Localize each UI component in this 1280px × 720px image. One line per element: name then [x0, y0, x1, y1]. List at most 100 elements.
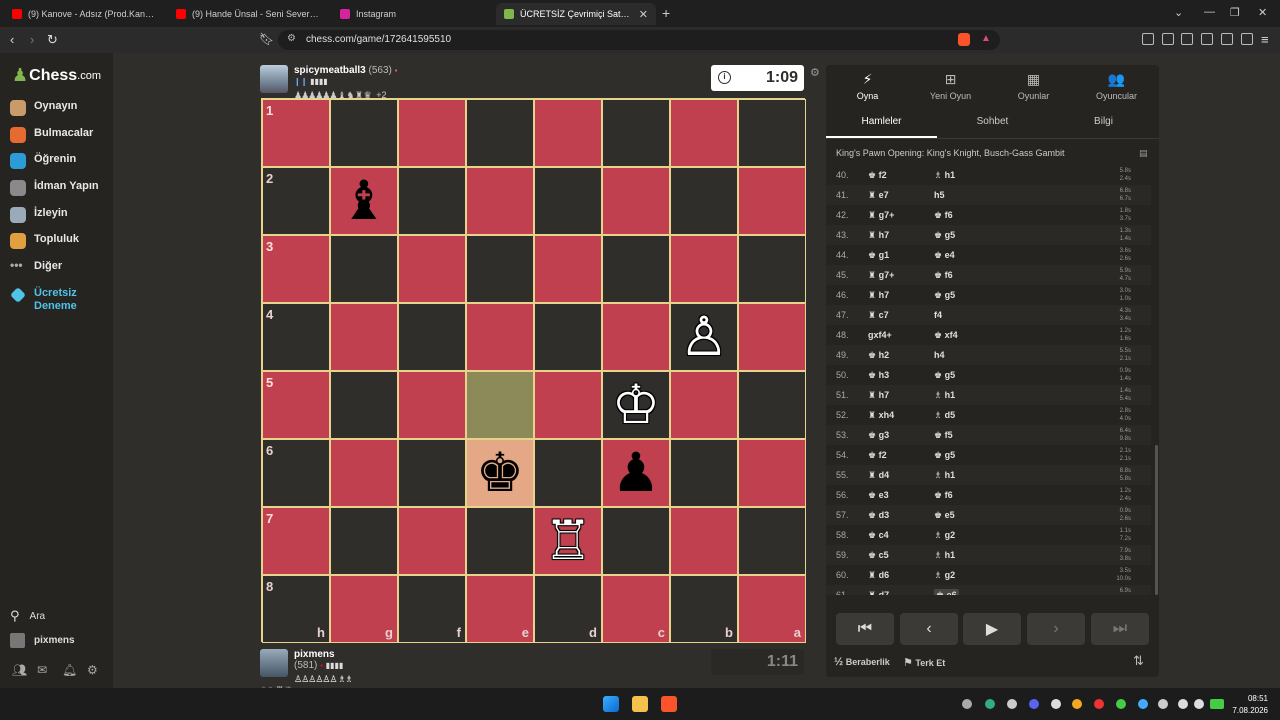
- white-move[interactable]: ♜ h7: [868, 230, 889, 241]
- black-move[interactable]: ♚ g5: [934, 230, 955, 241]
- white-move[interactable]: ♚ h2: [868, 350, 889, 361]
- tray-icon[interactable]: [1138, 699, 1148, 709]
- board-square[interactable]: [398, 507, 466, 575]
- board-square[interactable]: 5: [262, 371, 330, 439]
- board-square[interactable]: 6: [262, 439, 330, 507]
- leo-icon[interactable]: [1221, 33, 1233, 45]
- board-square[interactable]: [738, 303, 806, 371]
- white-move[interactable]: ♜ h7: [868, 290, 889, 301]
- board-square[interactable]: [602, 507, 670, 575]
- board-square[interactable]: ♔: [602, 371, 670, 439]
- board-square[interactable]: [398, 303, 466, 371]
- black-move[interactable]: ♗ h1: [934, 390, 955, 401]
- board-square[interactable]: [670, 235, 738, 303]
- board-square[interactable]: g: [330, 575, 398, 643]
- board-square[interactable]: f: [398, 575, 466, 643]
- board-square[interactable]: [738, 439, 806, 507]
- board-square[interactable]: [670, 507, 738, 575]
- chess-piece[interactable]: ♖: [544, 514, 592, 568]
- board-square[interactable]: [602, 235, 670, 303]
- chess-piece[interactable]: ♙: [680, 310, 728, 364]
- board-square[interactable]: [466, 303, 534, 371]
- white-move[interactable]: ♚ c4: [868, 530, 889, 541]
- board-square[interactable]: e: [466, 575, 534, 643]
- opening-name[interactable]: King's Pawn Opening: King's Knight, Busc…: [836, 148, 1065, 158]
- tray-icon[interactable]: [1007, 699, 1017, 709]
- board-square[interactable]: [534, 371, 602, 439]
- board-square[interactable]: [534, 167, 602, 235]
- black-move[interactable]: ♚ g5: [934, 370, 955, 381]
- board-square[interactable]: [738, 99, 806, 167]
- black-move[interactable]: ♚ f6: [934, 490, 953, 501]
- white-move[interactable]: ♚ d3: [868, 510, 889, 521]
- sidebar-user[interactable]: pixmens: [10, 633, 75, 648]
- black-move[interactable]: ♗ d5: [934, 410, 955, 421]
- prev-move-button[interactable]: ‹: [900, 613, 958, 645]
- bottom-player-avatar[interactable]: [260, 649, 288, 677]
- black-move[interactable]: ♗ h1: [934, 170, 955, 181]
- chess-logo[interactable]: ♟ Chess .com: [12, 65, 101, 86]
- black-move[interactable]: ♚ e5: [934, 510, 955, 521]
- battery-icon[interactable]: [1210, 699, 1224, 709]
- chess-piece[interactable]: ♟: [612, 446, 660, 500]
- last-move-button[interactable]: ⏭: [1091, 613, 1149, 645]
- board-square[interactable]: ♙: [670, 303, 738, 371]
- flip-board-icon[interactable]: ⇅: [1133, 653, 1144, 669]
- sidebar-toggle-icon[interactable]: [1181, 33, 1193, 45]
- clipboard-icon[interactable]: ▤: [1139, 148, 1148, 159]
- board-square[interactable]: [398, 167, 466, 235]
- board-square[interactable]: [466, 371, 534, 439]
- black-move[interactable]: h5: [934, 190, 945, 200]
- bookmark-icon[interactable]: 🔖︎: [259, 32, 274, 46]
- board-square[interactable]: 2: [262, 167, 330, 235]
- board-square[interactable]: [670, 371, 738, 439]
- messages-icon[interactable]: ✉: [37, 663, 47, 677]
- white-move[interactable]: ♜ d7: [868, 590, 889, 595]
- tab-new-game[interactable]: ⊞ Yeni Oyun: [909, 71, 992, 101]
- board-square[interactable]: d: [534, 575, 602, 643]
- tab-play[interactable]: ⚡ Oyna: [826, 71, 909, 101]
- board-square[interactable]: [738, 507, 806, 575]
- wifi-icon[interactable]: [1178, 699, 1188, 709]
- white-move[interactable]: ♚ c5: [868, 550, 889, 561]
- board-square[interactable]: [466, 507, 534, 575]
- board-square[interactable]: 1: [262, 99, 330, 167]
- notifications-icon[interactable]: 🔔︎: [62, 663, 77, 677]
- black-move[interactable]: ♚ f6: [934, 210, 953, 221]
- board-square[interactable]: [602, 99, 670, 167]
- brave-rewards-icon[interactable]: ▲: [981, 33, 991, 44]
- board-square[interactable]: [398, 439, 466, 507]
- browser-tab-4[interactable]: ÜCRETSİZ Çevrimiçi Satranç Oyn ✕: [496, 3, 656, 25]
- black-move[interactable]: ♚ g5: [934, 290, 955, 301]
- board-square[interactable]: [602, 167, 670, 235]
- first-move-button[interactable]: ⏮: [836, 613, 894, 645]
- bottom-player-name[interactable]: pixmens: [294, 649, 335, 660]
- draw-button[interactable]: ½ Beraberlik: [834, 656, 890, 668]
- resign-button[interactable]: ⚑ Terk Et: [903, 656, 945, 669]
- white-move[interactable]: ♜ g7+: [868, 270, 894, 281]
- scrollbar[interactable]: [1155, 445, 1158, 595]
- restore-icon[interactable]: ❐: [1230, 6, 1240, 19]
- board-square[interactable]: b: [670, 575, 738, 643]
- black-move[interactable]: ♚ f5: [934, 430, 953, 441]
- white-move[interactable]: ♚ g3: [868, 430, 889, 441]
- chess-piece[interactable]: ♝: [340, 174, 388, 228]
- board-square[interactable]: [738, 167, 806, 235]
- black-move[interactable]: f4: [934, 310, 942, 320]
- sidebar-item-train[interactable]: İdman Yapın: [10, 180, 99, 196]
- board-square[interactable]: [466, 235, 534, 303]
- board-settings-gear-icon[interactable]: ⚙: [810, 66, 820, 79]
- new-tab-button[interactable]: +: [662, 5, 670, 21]
- volume-icon[interactable]: [1194, 699, 1204, 709]
- tab-players[interactable]: 👥 Oyuncular: [1075, 71, 1158, 101]
- subtab-chat[interactable]: Sohbet: [937, 116, 1048, 127]
- friends-icon[interactable]: 👥︎: [12, 663, 27, 677]
- black-move[interactable]: ♗ h1: [934, 550, 955, 561]
- sidebar-item-play[interactable]: Oynayın: [10, 100, 77, 116]
- top-player-name[interactable]: spicymeatball3: [294, 65, 366, 76]
- board-square[interactable]: 7: [262, 507, 330, 575]
- tray-icon[interactable]: [985, 699, 995, 709]
- board-square[interactable]: [534, 303, 602, 371]
- tab-games[interactable]: ▦ Oyunlar: [992, 71, 1075, 101]
- board-square[interactable]: [466, 167, 534, 235]
